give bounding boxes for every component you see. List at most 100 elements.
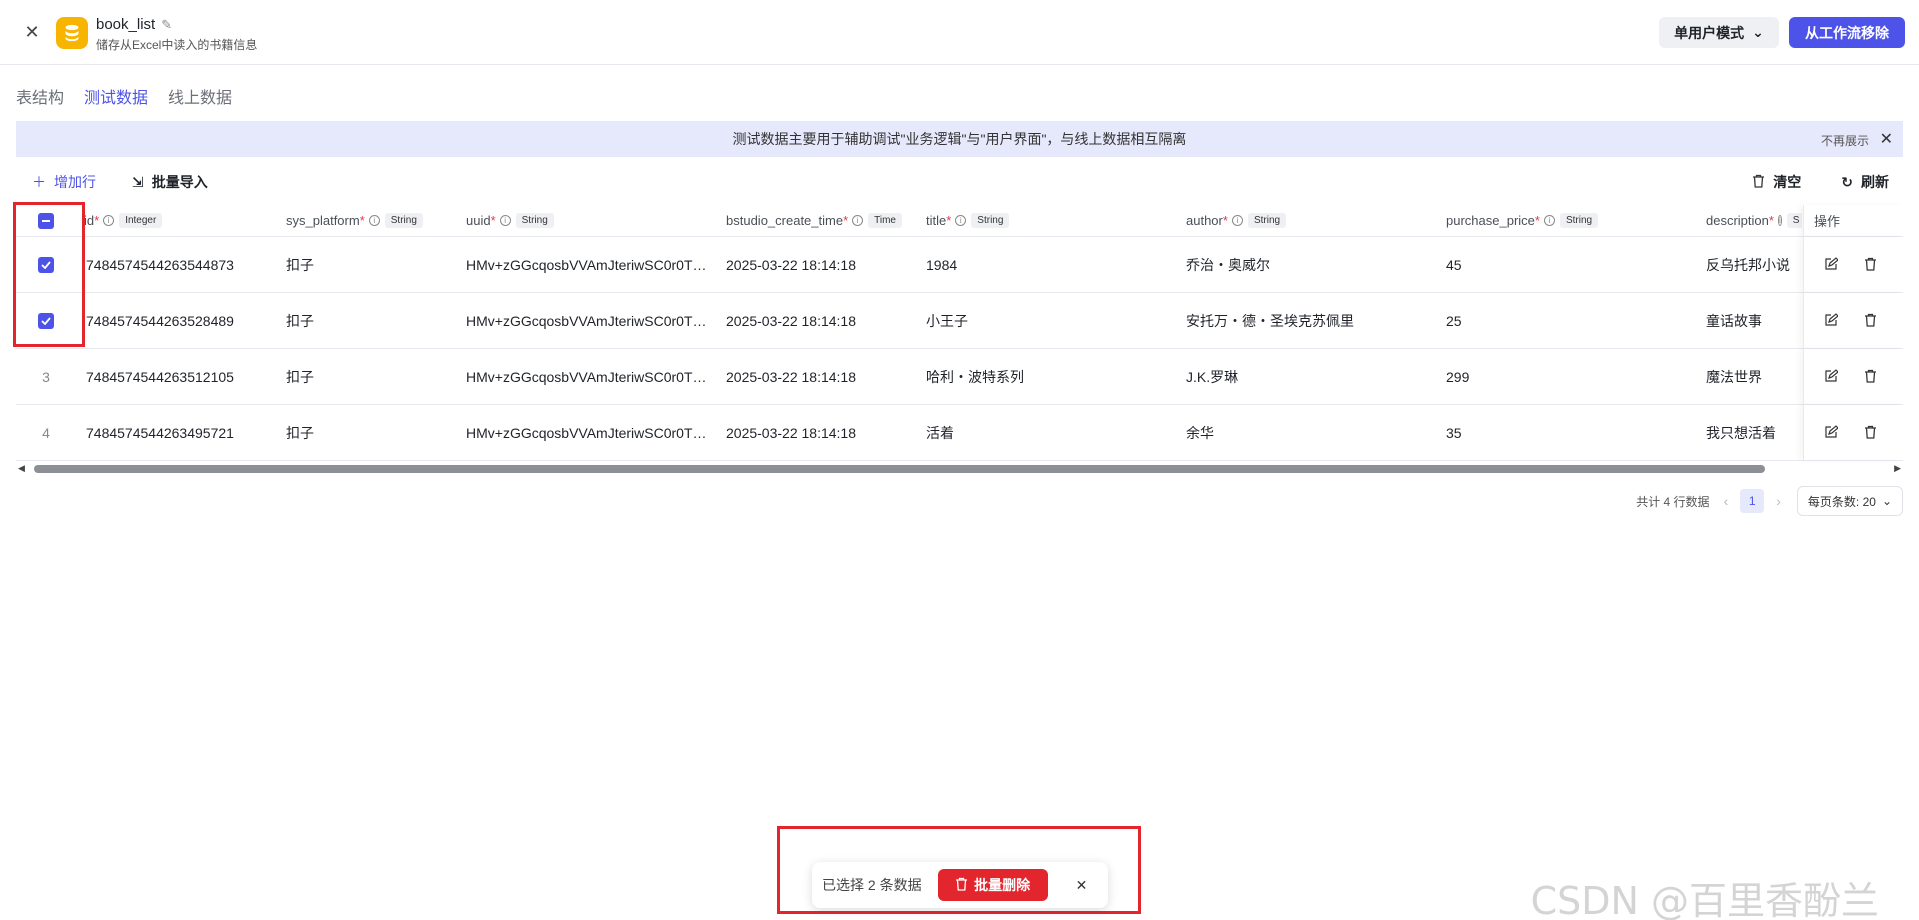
cell-price[interactable]: 35: [1446, 405, 1462, 460]
trash-icon[interactable]: [1864, 369, 1878, 383]
bulk-delete-button[interactable]: 批量删除: [937, 869, 1048, 901]
column-header: sys_platform * i String: [286, 205, 423, 236]
cell-uuid[interactable]: HMv+zGGcqosbVVAmJteriwSC0r0T…: [466, 293, 714, 348]
tab-bar: 表结构 测试数据 线上数据: [16, 84, 232, 108]
type-tag: S: [1786, 213, 1802, 228]
trash-icon[interactable]: [1864, 257, 1878, 271]
cell-title[interactable]: 活着: [926, 405, 954, 460]
cell-author[interactable]: 余华: [1186, 405, 1214, 460]
highlight-box-checkboxes: [13, 202, 85, 347]
cell-uuid[interactable]: HMv+zGGcqosbVVAmJteriwSC0r0T…: [466, 405, 714, 460]
cell-price[interactable]: 45: [1446, 237, 1462, 292]
horizontal-scrollbar[interactable]: ◀ ▶: [16, 463, 1903, 475]
chevron-down-icon: ⌄: [1881, 494, 1892, 508]
dont-show-again-link[interactable]: 不再展示: [1821, 132, 1869, 149]
table-row: 7484574544263544873 扣子 HMv+zGGcqosbVVAmJ…: [16, 237, 1903, 293]
row-actions: [1803, 237, 1903, 292]
refresh-button[interactable]: ↻ 刷新: [1841, 172, 1889, 192]
edit-icon[interactable]: [1824, 425, 1839, 439]
scrollbar-thumb[interactable]: [34, 465, 1765, 473]
cell-title[interactable]: 1984: [926, 237, 957, 292]
plus-icon: ＋: [32, 174, 46, 190]
column-name: uuid: [466, 213, 491, 228]
cell-uuid[interactable]: HMv+zGGcqosbVVAmJteriwSC0r0T…: [466, 349, 714, 404]
total-count: 共计 4 行数据: [1636, 494, 1710, 509]
cell-sys-platform[interactable]: 扣子: [286, 293, 314, 348]
row-actions: [1803, 405, 1903, 460]
cell-description[interactable]: 反乌托邦小说: [1706, 237, 1802, 292]
batch-import-button[interactable]: ⇲ 批量导入: [132, 172, 208, 192]
trash-icon[interactable]: [1864, 425, 1878, 439]
add-row-button[interactable]: ＋ 增加行: [32, 172, 96, 192]
ops-header: 操作: [1803, 205, 1903, 236]
cell-id[interactable]: 7484574544263495721: [86, 405, 234, 460]
cell-title[interactable]: 小王子: [926, 293, 968, 348]
edit-title-icon[interactable]: ✎: [161, 17, 172, 33]
type-tag: Time: [868, 213, 902, 228]
cell-create-time[interactable]: 2025-03-22 18:14:18: [726, 349, 856, 404]
cell-id[interactable]: 7484574544263528489: [86, 293, 234, 348]
column-header: bstudio_create_time * i Time: [726, 205, 902, 236]
cell-id[interactable]: 7484574544263544873: [86, 237, 234, 292]
bulk-action-bar: 已选择 2 条数据 批量删除 ✕: [812, 862, 1108, 908]
column-header: uuid * i String: [466, 205, 554, 236]
cell-create-time[interactable]: 2025-03-22 18:14:18: [726, 405, 856, 460]
cell-author[interactable]: J.K.罗琳: [1186, 349, 1238, 404]
row-number-label: 3: [42, 368, 50, 385]
notice-banner: 测试数据主要用于辅助调试"业务逻辑"与"用户界面"，与线上数据相互隔离 不再展示…: [16, 121, 1903, 157]
close-icon[interactable]: ✕: [1076, 877, 1088, 894]
page-number[interactable]: 1: [1740, 489, 1765, 513]
type-tag: String: [515, 213, 554, 228]
mode-label: 单用户模式: [1674, 24, 1745, 41]
cell-description[interactable]: 魔法世界: [1706, 349, 1802, 404]
remove-from-workflow-button[interactable]: 从工作流移除: [1789, 17, 1905, 48]
table-row: 7484574544263528489 扣子 HMv+zGGcqosbVVAmJ…: [16, 293, 1903, 349]
cell-title[interactable]: 哈利・波特系列: [926, 349, 1024, 404]
close-icon[interactable]: ✕: [1880, 129, 1893, 149]
page-size-select[interactable]: 每页条数: 20 ⌄: [1796, 486, 1903, 516]
type-tag: String: [1559, 213, 1599, 228]
mode-dropdown[interactable]: 单用户模式 ⌄: [1659, 17, 1779, 48]
refresh-label: 刷新: [1861, 174, 1889, 190]
edit-icon[interactable]: [1824, 257, 1839, 271]
cell-sys-platform[interactable]: 扣子: [286, 349, 314, 404]
table-title: book_list: [96, 16, 156, 33]
database-icon: [56, 17, 88, 49]
watermark: CSDN @百里香酚兰: [1530, 879, 1879, 920]
edit-icon[interactable]: [1824, 313, 1839, 327]
cell-create-time[interactable]: 2025-03-22 18:14:18: [726, 237, 856, 292]
cell-author[interactable]: 安托万・德・圣埃克苏佩里: [1186, 293, 1354, 348]
cell-uuid[interactable]: HMv+zGGcqosbVVAmJteriwSC0r0T…: [466, 237, 714, 292]
clear-button[interactable]: 清空: [1752, 172, 1801, 192]
next-page-icon[interactable]: ›: [1776, 493, 1781, 509]
tab-online-data[interactable]: 线上数据: [168, 84, 232, 108]
info-icon: i: [1777, 215, 1782, 226]
scroll-left-icon[interactable]: ◀: [18, 463, 25, 474]
scroll-right-icon[interactable]: ▶: [1894, 463, 1901, 474]
trash-icon[interactable]: [1864, 313, 1878, 327]
cell-author[interactable]: 乔治・奥威尔: [1186, 237, 1270, 292]
table-toolbar: ＋ 增加行 ⇲ 批量导入: [32, 172, 208, 192]
cell-description[interactable]: 我只想活着: [1706, 405, 1802, 460]
tab-test-data[interactable]: 测试数据: [84, 84, 148, 108]
cell-create-time[interactable]: 2025-03-22 18:14:18: [726, 293, 856, 348]
prev-page-icon[interactable]: ‹: [1724, 493, 1729, 509]
cell-price[interactable]: 25: [1446, 293, 1462, 348]
type-tag: String: [384, 213, 423, 228]
tab-schema[interactable]: 表结构: [16, 84, 64, 108]
cell-sys-platform[interactable]: 扣子: [286, 237, 314, 292]
cell-sys-platform[interactable]: 扣子: [286, 405, 314, 460]
info-icon: i: [1543, 215, 1555, 226]
import-icon: ⇲: [132, 173, 144, 190]
column-name: bstudio_create_time: [726, 213, 844, 228]
bulk-delete-label: 批量删除: [974, 877, 1031, 893]
pagination: 共计 4 行数据 ‹ 1 › 每页条数: 20 ⌄: [1636, 486, 1903, 516]
edit-icon[interactable]: [1824, 369, 1839, 383]
clear-label: 清空: [1773, 174, 1802, 190]
cell-id[interactable]: 7484574544263512105: [86, 349, 234, 404]
type-tag: String: [971, 213, 1010, 228]
cell-description[interactable]: 童话故事: [1706, 293, 1802, 348]
selected-count: 已选择 2 条数据: [822, 877, 922, 893]
close-icon[interactable]: ✕: [24, 22, 40, 42]
cell-price[interactable]: 299: [1446, 349, 1469, 404]
